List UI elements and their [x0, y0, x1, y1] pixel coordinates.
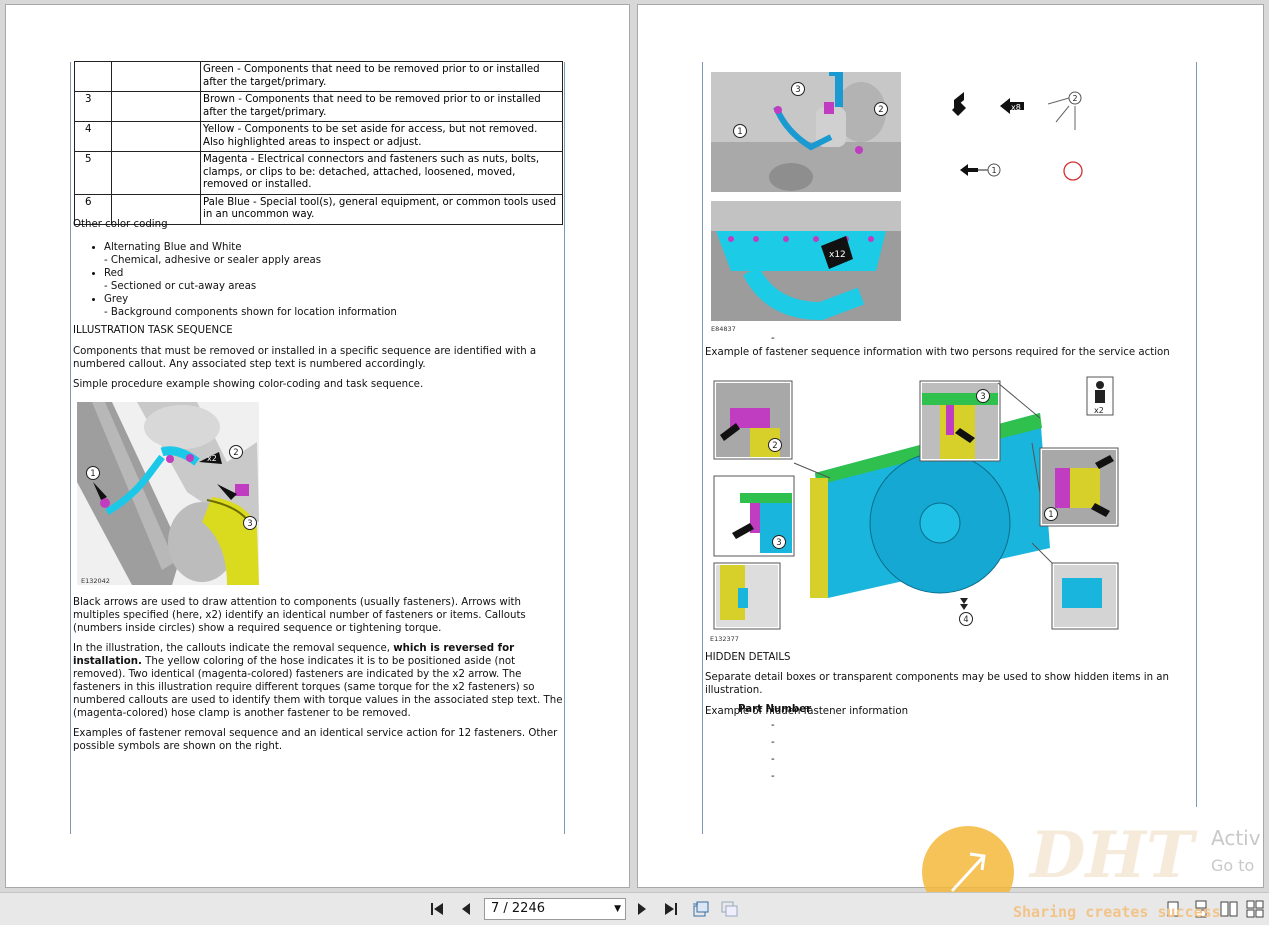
dash: -: [771, 333, 775, 344]
callout-2: 2: [874, 102, 888, 116]
table-cell-desc: Magenta - Electrical connectors and fast…: [200, 151, 563, 195]
table-row: 5 Magenta - Electrical connectors and fa…: [74, 151, 563, 195]
dash: -: [771, 720, 775, 731]
document-page-left: Green - Components that need to be remov…: [5, 4, 630, 888]
figure-id: E132377: [710, 635, 739, 643]
callout-3: 3: [976, 389, 990, 403]
forward-view-button[interactable]: [719, 899, 741, 919]
callout-2: 2: [768, 438, 782, 452]
figure-id: E132042: [81, 577, 110, 585]
turbo-hose-illustration: x2 1 2 3 E132042: [77, 402, 259, 585]
paragraph: Separate detail boxes or transparent com…: [705, 672, 1169, 696]
callout-3: 3: [243, 516, 257, 530]
callout-3: 3: [791, 82, 805, 96]
activate-windows-hint: Go to: [1211, 856, 1255, 875]
list-item: Alternating Blue and White- Chemical, ad…: [104, 241, 563, 267]
paragraph: Example of fastener sequence information…: [705, 347, 1170, 358]
margin-rule-left: [70, 62, 71, 834]
callout-1: 1: [1044, 507, 1058, 521]
next-page-icon: [638, 903, 646, 915]
manifold-fastener-illustration: x12: [711, 201, 901, 321]
svg-text:2: 2: [1073, 94, 1078, 103]
dash: -: [771, 754, 775, 765]
margin-rule-right: [1196, 62, 1197, 807]
table-cell-desc: Brown - Components that need to be remov…: [200, 91, 563, 122]
forward-view-icon: [721, 901, 738, 917]
table-row: 4 Yellow - Components to be set aside fo…: [74, 121, 563, 152]
symbol-legend: x8 2 1: [952, 91, 1083, 181]
figure-id: E84837: [711, 325, 736, 333]
activate-windows-title: Activ: [1211, 826, 1261, 850]
table-row: 3 Brown - Components that need to be rem…: [74, 91, 563, 122]
page-number-field[interactable]: 7 / 2246 ▼: [484, 898, 626, 920]
paragraph: Components that must be removed or insta…: [73, 346, 537, 370]
radiator-fan-illustration: x2 2 3 3 1 4 E132377: [710, 373, 1122, 643]
table-cell-desc: Yellow - Components to be set aside for …: [200, 121, 563, 152]
last-page-button[interactable]: [659, 899, 681, 919]
svg-text:x8: x8: [1011, 103, 1021, 112]
back-view-button[interactable]: [689, 899, 711, 919]
paragraph: Black arrows are used to draw attention …: [73, 597, 526, 634]
first-page-icon: [431, 903, 443, 915]
svg-text:1: 1: [992, 166, 997, 175]
callout-4: 4: [959, 612, 973, 626]
table-cell-desc: Green - Components that need to be remov…: [200, 61, 563, 92]
back-view-icon: [693, 901, 709, 917]
svg-text:x2: x2: [207, 454, 217, 463]
section-heading: ILLUSTRATION TASK SEQUENCE: [73, 325, 233, 336]
engine-fastener-illustration: 3 2 1: [711, 72, 901, 192]
previous-page-icon: [462, 903, 470, 915]
color-coding-table: Green - Components that need to be remov…: [74, 61, 563, 225]
paragraph: Examples of fastener removal sequence an…: [73, 728, 558, 752]
chevron-down-icon[interactable]: ▼: [614, 899, 621, 919]
other-color-heading: Other color coding: [73, 219, 168, 230]
callout-2: 2: [229, 445, 243, 459]
dash: -: [771, 771, 775, 782]
paragraph: Simple procedure example showing color-c…: [73, 379, 424, 390]
previous-page-button[interactable]: [455, 899, 477, 919]
watermark-brand: DHT: [1030, 818, 1194, 893]
margin-rule-right: [564, 62, 565, 834]
paragraph: In the illustration, the callouts indica…: [73, 643, 563, 719]
section-heading: HIDDEN DETAILS: [705, 652, 791, 663]
callout-1: 1: [733, 124, 747, 138]
callout-1: 1: [86, 466, 100, 480]
margin-rule-left: [702, 62, 703, 834]
two-page-view-button[interactable]: [1218, 899, 1240, 919]
table-row: Green - Components that need to be remov…: [74, 61, 563, 92]
last-page-icon: [665, 903, 677, 915]
callout-3: 3: [772, 535, 786, 549]
first-page-button[interactable]: [427, 899, 449, 919]
table-cell-desc: Pale Blue - Special tool(s), general equ…: [200, 193, 563, 225]
color-bullet-list: Alternating Blue and White- Chemical, ad…: [73, 241, 563, 319]
document-page-right: 3 2 1 x12 E84837 x8 2 1 - Example of fas…: [637, 4, 1264, 888]
part-number-header: Part Number: [738, 704, 812, 715]
list-item: Grey- Background components shown for lo…: [104, 293, 563, 319]
svg-text:x12: x12: [829, 250, 846, 260]
watermark-tagline: Sharing creates success: [1013, 903, 1221, 921]
two-page-icon: [1220, 901, 1238, 917]
two-page-continuous-icon: [1246, 900, 1264, 918]
dash: -: [771, 737, 775, 748]
next-page-button[interactable]: [631, 899, 653, 919]
list-item: Red- Sectioned or cut-away areas: [104, 267, 563, 293]
svg-text:x2: x2: [1094, 406, 1104, 415]
two-page-continuous-button[interactable]: [1244, 899, 1266, 919]
